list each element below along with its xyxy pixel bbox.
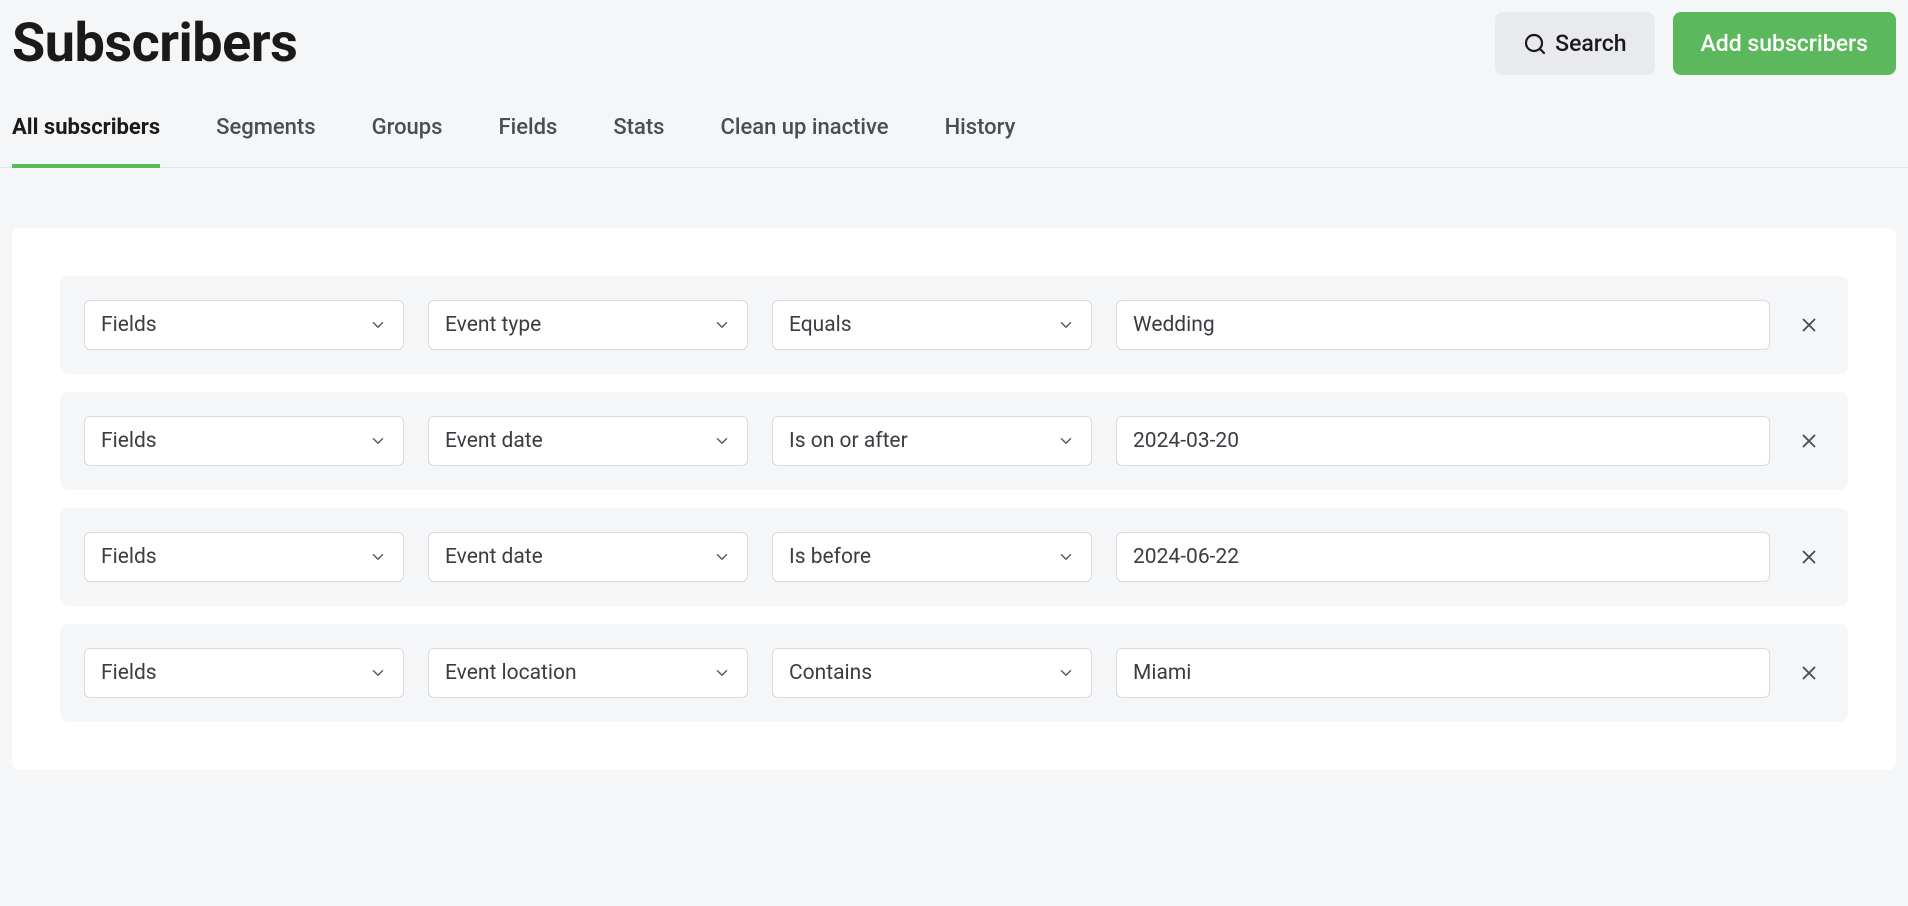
- close-icon: [1798, 662, 1820, 684]
- page-title: Subscribers: [12, 12, 297, 75]
- filter-field-select[interactable]: Event date: [428, 416, 748, 466]
- filter-value-input[interactable]: [1116, 300, 1770, 350]
- filter-operator-select[interactable]: Is before: [772, 532, 1092, 582]
- tabs: All subscribers Segments Groups Fields S…: [0, 115, 1908, 168]
- chevron-down-icon: [713, 316, 731, 334]
- filter-category-label: Fields: [85, 417, 369, 465]
- search-button-label: Search: [1555, 30, 1626, 57]
- filter-field-label: Event type: [429, 301, 713, 349]
- filter-operator-label: Contains: [773, 649, 1057, 697]
- filter-category-select[interactable]: Fields: [84, 532, 404, 582]
- tab-clean-up-inactive[interactable]: Clean up inactive: [720, 115, 888, 168]
- filter-row: Fields Event type Equals: [60, 276, 1848, 374]
- filter-field-label: Event location: [429, 649, 713, 697]
- chevron-down-icon: [713, 548, 731, 566]
- tab-stats[interactable]: Stats: [613, 115, 664, 168]
- filter-value-input[interactable]: [1116, 648, 1770, 698]
- filter-value-input[interactable]: [1116, 532, 1770, 582]
- tab-all-subscribers[interactable]: All subscribers: [12, 115, 160, 168]
- filter-field-label: Event date: [429, 417, 713, 465]
- remove-filter-button[interactable]: [1794, 658, 1824, 688]
- filter-category-select[interactable]: Fields: [84, 416, 404, 466]
- filter-field-select[interactable]: Event date: [428, 532, 748, 582]
- filter-category-label: Fields: [85, 301, 369, 349]
- close-icon: [1798, 430, 1820, 452]
- filter-row: Fields Event date Is on or after: [60, 392, 1848, 490]
- filter-category-select[interactable]: Fields: [84, 648, 404, 698]
- filters-card: Fields Event type Equals Fields Event da…: [12, 228, 1896, 770]
- filter-category-label: Fields: [85, 533, 369, 581]
- chevron-down-icon: [1057, 316, 1075, 334]
- filter-field-select[interactable]: Event type: [428, 300, 748, 350]
- chevron-down-icon: [713, 664, 731, 682]
- chevron-down-icon: [1057, 432, 1075, 450]
- chevron-down-icon: [1057, 664, 1075, 682]
- search-icon: [1523, 32, 1547, 56]
- remove-filter-button[interactable]: [1794, 426, 1824, 456]
- filter-value-input[interactable]: [1116, 416, 1770, 466]
- remove-filter-button[interactable]: [1794, 310, 1824, 340]
- chevron-down-icon: [1057, 548, 1075, 566]
- filter-row: Fields Event location Contains: [60, 624, 1848, 722]
- filter-operator-label: Equals: [773, 301, 1057, 349]
- chevron-down-icon: [369, 548, 387, 566]
- chevron-down-icon: [369, 664, 387, 682]
- chevron-down-icon: [369, 316, 387, 334]
- remove-filter-button[interactable]: [1794, 542, 1824, 572]
- filter-operator-select[interactable]: Equals: [772, 300, 1092, 350]
- chevron-down-icon: [369, 432, 387, 450]
- filter-operator-select[interactable]: Is on or after: [772, 416, 1092, 466]
- filter-field-select[interactable]: Event location: [428, 648, 748, 698]
- filter-operator-label: Is before: [773, 533, 1057, 581]
- tab-groups[interactable]: Groups: [372, 115, 443, 168]
- tab-fields[interactable]: Fields: [498, 115, 557, 168]
- chevron-down-icon: [713, 432, 731, 450]
- close-icon: [1798, 546, 1820, 568]
- filter-operator-select[interactable]: Contains: [772, 648, 1092, 698]
- close-icon: [1798, 314, 1820, 336]
- header-actions: Search Add subscribers: [1495, 12, 1896, 75]
- search-button[interactable]: Search: [1495, 12, 1654, 75]
- filter-operator-label: Is on or after: [773, 417, 1057, 465]
- filter-row: Fields Event date Is before: [60, 508, 1848, 606]
- tab-segments[interactable]: Segments: [216, 115, 315, 168]
- filter-category-select[interactable]: Fields: [84, 300, 404, 350]
- filter-field-label: Event date: [429, 533, 713, 581]
- tab-history[interactable]: History: [945, 115, 1016, 168]
- filter-category-label: Fields: [85, 649, 369, 697]
- add-subscribers-button[interactable]: Add subscribers: [1673, 12, 1897, 75]
